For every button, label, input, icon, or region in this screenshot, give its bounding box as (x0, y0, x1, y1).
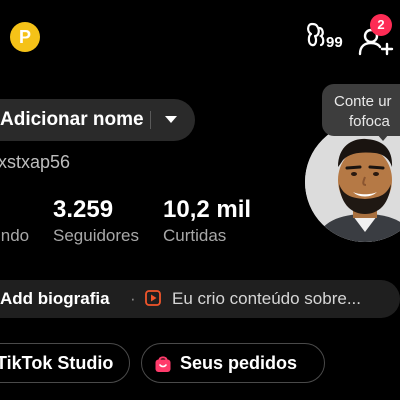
profile-screen: P 99 2 Adicionar nome xstxap56 indo 3.25… (0, 0, 400, 400)
shopping-bag-icon (155, 356, 171, 372)
tooltip-bubble[interactable]: Conte ur fofoca (322, 84, 400, 141)
followers-label[interactable]: Seguidores (53, 226, 139, 246)
bio-suggestion[interactable]: Eu crio conteúdo sobre... (172, 289, 361, 309)
following-label[interactable]: indo (0, 226, 29, 246)
add-name-label: Adicionar nome (0, 109, 144, 130)
friends-icon[interactable]: 99 (305, 20, 353, 54)
play-box-icon (145, 290, 161, 306)
coin-icon[interactable]: P (10, 22, 40, 52)
friends-count: 99 (326, 34, 343, 51)
your-orders-label: Seus pedidos (180, 353, 298, 373)
likes-label: Curtidas (163, 226, 227, 245)
username: xstxap56 (0, 152, 71, 172)
tooltip-tail (377, 134, 389, 141)
tiktok-studio-button[interactable]: TikTok Studio (0, 343, 130, 383)
likes-count[interactable]: 10,2 mil (163, 196, 251, 224)
your-orders-button[interactable]: Seus pedidos (141, 343, 325, 383)
separator-dot: · (130, 289, 136, 308)
add-friend-button[interactable]: 2 (358, 14, 398, 56)
divider (150, 111, 151, 129)
tooltip-text-line1: Conte ur (334, 93, 392, 110)
add-bio-row[interactable]: Add biografia · Eu crio conteúdo sobre..… (0, 280, 400, 318)
chevron-down-icon[interactable] (165, 116, 177, 123)
notification-badge: 2 (370, 14, 392, 36)
add-name-button[interactable]: Adicionar nome (0, 99, 195, 141)
tooltip-text-line2: fofoca (349, 113, 390, 130)
add-bio-label[interactable]: Add biografia (0, 289, 110, 309)
followers-count[interactable]: 3.259 (53, 196, 113, 224)
tiktok-studio-label: TikTok Studio (0, 353, 114, 373)
